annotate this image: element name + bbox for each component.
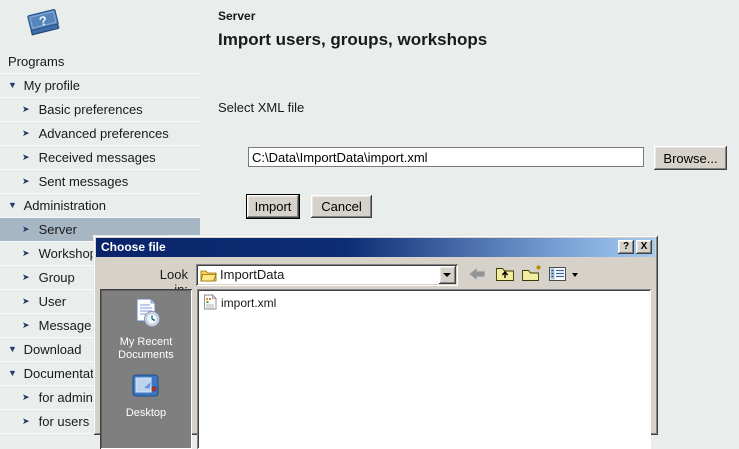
choose-file-dialog: Choose file ? X Look in: ImportData (93, 235, 658, 435)
places-bar: My Recent Documents Desktop (100, 289, 192, 449)
arrow-right-icon: ➤ (22, 122, 35, 145)
my-recent-documents-icon (129, 297, 163, 329)
arrow-right-icon: ➤ (22, 218, 35, 241)
page-title: Import users, groups, workshops (218, 30, 487, 50)
sidebar-header: Programs (0, 50, 200, 74)
place-label: My Recent Documents (100, 336, 192, 362)
arrow-right-icon: ➤ (22, 386, 35, 409)
triangle-down-icon: ▼ (8, 194, 20, 217)
file-item-import-xml[interactable]: import.xml (203, 294, 645, 310)
folder-icon (200, 267, 217, 287)
new-folder-button[interactable] (521, 265, 543, 285)
file-list[interactable]: import.xml (197, 289, 651, 449)
dialog-help-button[interactable]: ? (618, 240, 634, 254)
back-button[interactable] (467, 265, 489, 285)
sidebar-item-sent-messages[interactable]: ➤ Sent messages (0, 170, 200, 194)
arrow-right-icon: ➤ (22, 98, 35, 121)
select-xml-label: Select XML file (218, 100, 304, 115)
sidebar-item-advanced-preferences[interactable]: ➤ Advanced preferences (0, 122, 200, 146)
arrow-right-icon: ➤ (22, 242, 35, 265)
file-path-input[interactable] (248, 147, 644, 167)
chevron-down-icon (443, 273, 451, 277)
chevron-down-icon (572, 273, 578, 277)
sidebar-item-received-messages[interactable]: ➤ Received messages (0, 146, 200, 170)
up-one-level-button[interactable] (495, 265, 517, 285)
arrow-right-icon: ➤ (22, 290, 35, 313)
breadcrumb: Server (218, 9, 255, 23)
import-button[interactable]: Import (247, 195, 299, 218)
sidebar-item-my-profile[interactable]: ▼ My profile (0, 74, 200, 98)
look-in-value: ImportData (220, 267, 284, 282)
triangle-down-icon: ▼ (8, 74, 20, 97)
arrow-right-icon: ➤ (22, 266, 35, 289)
browse-button[interactable]: Browse... (654, 146, 727, 170)
look-in-combobox[interactable]: ImportData (196, 264, 458, 286)
dialog-title: Choose file (101, 240, 166, 254)
triangle-down-icon: ▼ (8, 362, 20, 385)
place-my-recent-documents[interactable]: My Recent Documents (100, 297, 192, 362)
sidebar-item-basic-preferences[interactable]: ➤ Basic preferences (0, 98, 200, 122)
sidebar-item-administration[interactable]: ▼ Administration (0, 194, 200, 218)
place-desktop[interactable]: Desktop (100, 372, 192, 420)
arrow-right-icon: ➤ (22, 146, 35, 169)
arrow-right-icon: ➤ (22, 170, 35, 193)
desktop-icon (130, 372, 162, 400)
view-menu-button[interactable] (548, 265, 578, 285)
triangle-down-icon: ▼ (8, 338, 20, 361)
xml-file-icon (203, 294, 217, 310)
help-book-logo-icon: ? (26, 6, 64, 42)
dialog-titlebar[interactable]: Choose file (96, 238, 655, 257)
dialog-close-button[interactable]: X (636, 240, 652, 254)
arrow-right-icon: ➤ (22, 314, 35, 337)
look-in-dropdown-button[interactable] (439, 266, 456, 284)
place-label: Desktop (100, 407, 192, 420)
cancel-button[interactable]: Cancel (311, 195, 372, 218)
file-name: import.xml (221, 296, 276, 310)
sidebar-header-label: Programs (8, 54, 64, 69)
